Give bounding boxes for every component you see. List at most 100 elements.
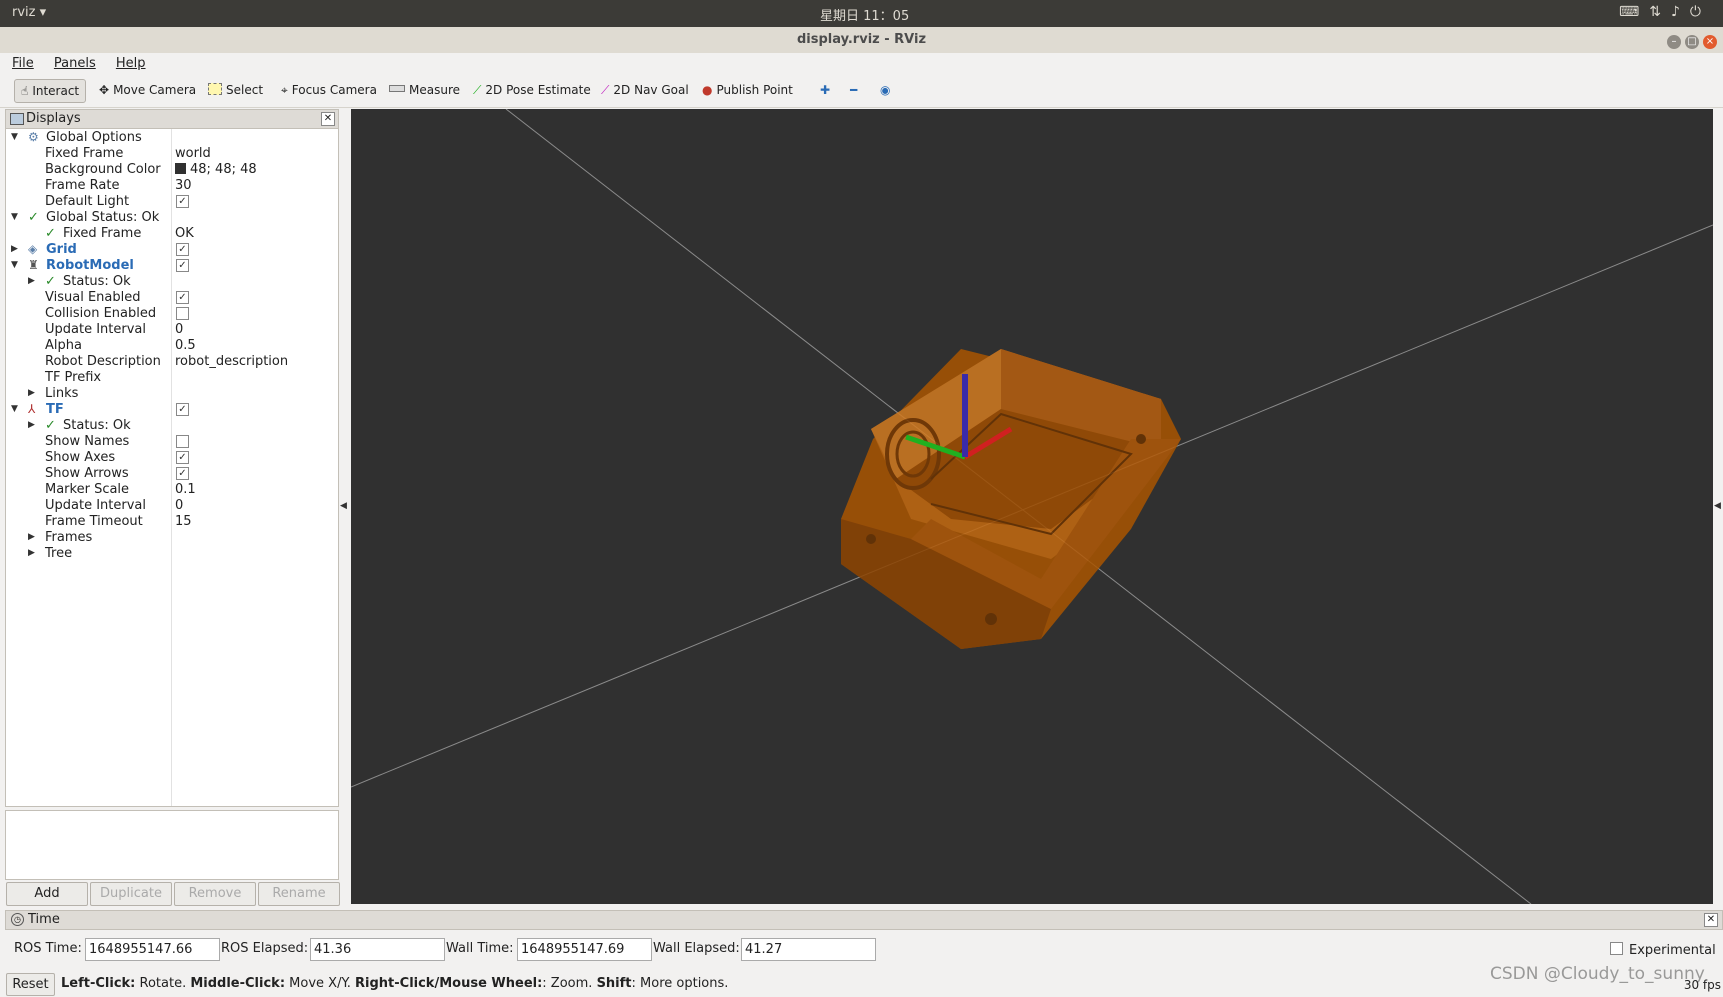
clock[interactable]: 星期日 11：05 [820, 5, 909, 24]
checkbox-checked[interactable]: ✓ [176, 451, 189, 464]
checkbox-checked[interactable]: ✓ [176, 291, 189, 304]
tool-interact[interactable]: ☝ Interact [14, 79, 87, 103]
checkbox-checked[interactable]: ✓ [176, 467, 189, 480]
duplicate-button[interactable]: Duplicate [90, 882, 172, 906]
watermark: CSDN @Cloudy_to_sunny [1490, 964, 1705, 984]
render-viewport[interactable] [351, 109, 1713, 904]
tree-row-alpha[interactable]: Alpha 0.5 [6, 337, 338, 354]
tree-row-robot-description[interactable]: Robot Description robot_description [6, 353, 338, 370]
tree-row-tf-update-interval[interactable]: Update Interval 0 [6, 497, 338, 514]
tree-row-global-status[interactable]: ▼ ✓ Global Status: Ok [6, 209, 338, 226]
tree-row-global-options[interactable]: ▼ ⚙ Global Options [6, 129, 338, 146]
tool-select[interactable]: Select [202, 79, 269, 101]
tree-row-frames[interactable]: ▶ Frames [6, 529, 338, 546]
close-panel-icon[interactable]: ✕ [1704, 913, 1718, 927]
tree-row-collision-enabled[interactable]: Collision Enabled [6, 305, 338, 322]
tool-bar: ☝ Interact ✥ Move Camera Select ⌖ Focus Cam… [0, 75, 1723, 108]
menu-panels[interactable]: Panels [54, 56, 96, 71]
collapse-left-icon[interactable]: ◀ [340, 501, 347, 511]
tree-row-robot-model[interactable]: ▼ ♜ RobotModel ✓ [6, 257, 338, 274]
gear-icon: ⚙ [28, 130, 39, 144]
color-swatch [175, 163, 186, 174]
remove-tool-icon[interactable]: ━ [844, 79, 863, 101]
ros-elapsed-field[interactable]: 41.36 [310, 938, 445, 961]
minimize-button[interactable]: – [1667, 35, 1681, 49]
tool-measure[interactable]: Measure [383, 79, 466, 101]
checkbox-checked[interactable]: ✓ [176, 403, 189, 416]
ros-time-label: ROS Time: [14, 941, 82, 956]
tree-row-robot-status[interactable]: ▶ ✓ Status: Ok [6, 273, 338, 290]
tree-row-tree[interactable]: ▶ Tree [6, 545, 338, 562]
tree-row-background-color[interactable]: Background Color 48; 48; 48 [6, 161, 338, 178]
right-splitter[interactable]: ◀ [1713, 109, 1723, 909]
menu-bar: File Panels Help [0, 53, 1723, 75]
keyboard-icon[interactable]: ⌨ [1619, 4, 1649, 20]
close-panel-icon[interactable]: ✕ [321, 112, 335, 126]
add-button[interactable]: Add [6, 882, 88, 906]
hand-icon: ☝ [21, 84, 29, 98]
tree-row-tf[interactable]: ▼ ⅄ TF ✓ [6, 401, 338, 418]
experimental-checkbox[interactable]: Experimental [1610, 942, 1716, 958]
checkbox-checked[interactable]: ✓ [176, 243, 189, 256]
tool-publish-point[interactable]: ● Publish Point [696, 79, 799, 101]
interaction-hint: Left-Click: Rotate. Middle-Click: Move X… [61, 976, 729, 991]
wall-elapsed-label: Wall Elapsed: [653, 941, 740, 956]
system-tray[interactable]: ⌨⇅♪⏻ [1619, 4, 1711, 20]
tree-row-show-names[interactable]: Show Names [6, 433, 338, 450]
robot-model-mesh [841, 349, 1181, 649]
window-titlebar: display.rviz - RViz – □ × [0, 27, 1723, 54]
tree-row-show-axes[interactable]: Show Axes ✓ [6, 449, 338, 466]
tree-row-show-arrows[interactable]: Show Arrows ✓ [6, 465, 338, 482]
tree-row-default-light[interactable]: Default Light ✓ [6, 193, 338, 210]
tree-row-tf-prefix[interactable]: TF Prefix [6, 369, 338, 386]
menu-file[interactable]: File [12, 56, 34, 71]
reset-button[interactable]: Reset [6, 973, 55, 996]
wall-elapsed-field[interactable]: 41.27 [741, 938, 876, 961]
tree-row-fixed-frame[interactable]: Fixed Frame world [6, 145, 338, 162]
tree-row-links[interactable]: ▶ Links [6, 385, 338, 402]
rename-button[interactable]: Rename [258, 882, 340, 906]
displays-title: Displays [26, 111, 81, 126]
checkbox-unchecked[interactable] [176, 307, 189, 320]
tree-row-fixed-frame-status[interactable]: ✓ Fixed Frame OK [6, 225, 338, 242]
network-icon[interactable]: ⇅ [1649, 4, 1671, 20]
checkbox-checked[interactable]: ✓ [176, 259, 189, 272]
tree-row-frame-rate[interactable]: Frame Rate 30 [6, 177, 338, 194]
app-menu[interactable]: rviz ▾ [12, 5, 46, 20]
robot-icon: ♜ [28, 258, 39, 272]
tree-row-grid[interactable]: ▶ ◈ Grid ✓ [6, 241, 338, 258]
maximize-button[interactable]: □ [1685, 35, 1699, 49]
tool-focus-camera[interactable]: ⌖ Focus Camera [275, 79, 383, 101]
volume-icon[interactable]: ♪ [1671, 4, 1690, 20]
ros-time-field[interactable]: 1648955147.66 [85, 938, 220, 961]
remove-button[interactable]: Remove [174, 882, 256, 906]
property-description [5, 810, 339, 880]
collapse-right-icon[interactable]: ◀ [1714, 501, 1721, 511]
menu-help[interactable]: Help [116, 56, 146, 71]
tree-row-visual-enabled[interactable]: Visual Enabled ✓ [6, 289, 338, 306]
checkbox-checked[interactable]: ✓ [176, 195, 189, 208]
tree-row-tf-status[interactable]: ▶ ✓ Status: Ok [6, 417, 338, 434]
tree-row-marker-scale[interactable]: Marker Scale 0.1 [6, 481, 338, 498]
green-arrow-icon: ⟋ [473, 83, 482, 97]
tool-properties-icon[interactable]: ◉ [874, 79, 896, 101]
power-icon[interactable]: ⏻ [1690, 4, 1711, 20]
time-title: Time [28, 912, 60, 927]
tool-2d-pose-estimate[interactable]: ⟋ 2D Pose Estimate [467, 79, 597, 101]
close-button[interactable]: × [1703, 35, 1717, 49]
tool-2d-nav-goal[interactable]: ⟋ 2D Nav Goal [595, 79, 695, 101]
check-icon: ✓ [45, 226, 56, 241]
pin-icon: ● [702, 83, 713, 97]
time-header: ◷ Time ✕ [5, 910, 1723, 930]
tool-move-camera[interactable]: ✥ Move Camera [93, 79, 202, 101]
scene-svg [351, 109, 1713, 904]
system-top-bar: rviz ▾ 星期日 11：05 ⌨⇅♪⏻ [0, 0, 1723, 27]
tree-row-frame-timeout[interactable]: Frame Timeout 15 [6, 513, 338, 530]
wall-time-label: Wall Time: [446, 941, 514, 956]
checkbox-unchecked[interactable] [176, 435, 189, 448]
tree-row-update-interval[interactable]: Update Interval 0 [6, 321, 338, 338]
left-splitter[interactable]: ◀ [339, 109, 349, 909]
wall-time-field[interactable]: 1648955147.69 [517, 938, 652, 961]
check-icon: ✓ [28, 210, 39, 225]
add-tool-icon[interactable]: ✚ [814, 79, 836, 101]
